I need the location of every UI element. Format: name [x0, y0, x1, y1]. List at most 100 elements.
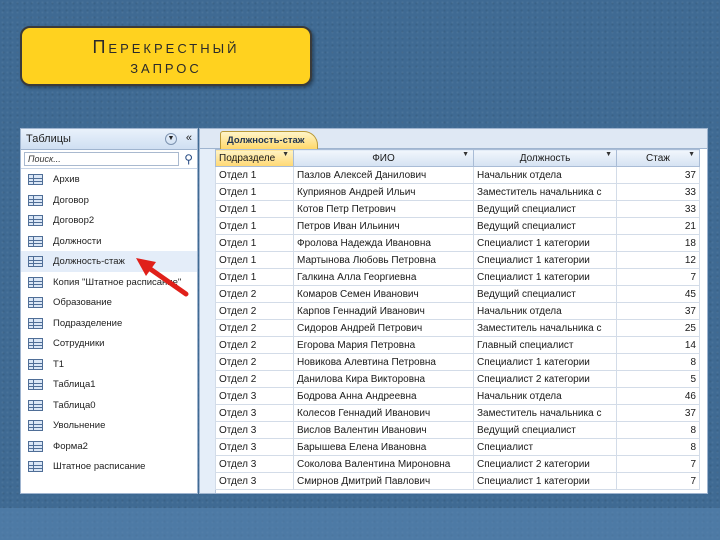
table-cell[interactable]: 8 — [616, 421, 700, 439]
table-cell[interactable]: Сидоров Андрей Петрович — [293, 319, 474, 337]
table-cell[interactable]: Отдел 2 — [215, 302, 294, 320]
chevron-down-icon[interactable]: ▼ — [165, 133, 177, 145]
filter-dropdown-icon[interactable]: ▼ — [462, 151, 469, 158]
table-cell[interactable]: Специалист 2 категории — [473, 455, 617, 473]
table-cell[interactable]: Отдел 2 — [215, 319, 294, 337]
table-row[interactable]: Отдел 1 Мартынова Любовь Петровна Специали… — [215, 251, 700, 269]
table-cell[interactable]: Новикова Алевтина Петровна — [293, 353, 474, 371]
table-row[interactable]: Отдел 2 Комаров Семен Иванович Ведущий спе… — [215, 285, 700, 303]
table-cell[interactable]: Отдел 1 — [215, 251, 294, 269]
search-icon[interactable]: ⚲ — [184, 152, 193, 166]
table-cell[interactable]: 8 — [616, 353, 700, 371]
table-cell[interactable]: Отдел 1 — [215, 183, 294, 201]
table-row[interactable]: Отдел 2 Данилова Кира Викторовна Специалис… — [215, 370, 700, 388]
nav-pane-header[interactable]: Таблицы ▼ « — [21, 129, 197, 150]
tab-dolzhnost-stazh[interactable]: Должность-стаж — [220, 131, 318, 149]
nav-item[interactable]: Т1 — [21, 354, 197, 375]
table-cell[interactable]: Куприянов Андрей Ильич — [293, 183, 474, 201]
table-cell[interactable]: Отдел 3 — [215, 421, 294, 439]
table-cell[interactable]: 37 — [616, 166, 700, 184]
nav-item[interactable]: Таблица1 — [21, 374, 197, 395]
table-cell[interactable]: Специалист 1 категории — [473, 472, 617, 490]
table-row[interactable]: Отдел 3 Смирнов Дмитрий Павлович Специалис… — [215, 472, 700, 490]
table-row[interactable]: Отдел 2 Сидоров Андрей Петрович Заместител… — [215, 319, 700, 337]
table-cell[interactable]: 7 — [616, 472, 700, 490]
nav-item[interactable]: Увольнение — [21, 415, 197, 436]
table-cell[interactable]: Галкина Алла Георгиевна — [293, 268, 474, 286]
table-cell[interactable]: Специалист 1 категории — [473, 353, 617, 371]
table-cell[interactable]: 7 — [616, 268, 700, 286]
table-cell[interactable]: 12 — [616, 251, 700, 269]
table-row[interactable]: Отдел 3 Барышева Елена Ивановна Специалист… — [215, 438, 700, 456]
table-cell[interactable]: Бодрова Анна Андреевна — [293, 387, 474, 405]
table-cell[interactable]: 8 — [616, 438, 700, 456]
table-cell[interactable]: 7 — [616, 455, 700, 473]
table-cell[interactable]: Отдел 1 — [215, 268, 294, 286]
record-selector-column[interactable] — [200, 149, 216, 493]
nav-item[interactable]: Образование — [21, 292, 197, 313]
table-cell[interactable]: Данилова Кира Викторовна — [293, 370, 474, 388]
table-cell[interactable]: Отдел 1 — [215, 166, 294, 184]
table-cell[interactable]: Отдел 3 — [215, 404, 294, 422]
table-cell[interactable]: Ведущий специалист — [473, 285, 617, 303]
table-cell[interactable]: Заместитель начальника с — [473, 319, 617, 337]
table-cell[interactable]: Отдел 2 — [215, 285, 294, 303]
table-row[interactable]: Отдел 3 Колесов Геннадий Иванович Заместит… — [215, 404, 700, 422]
table-cell[interactable]: Отдел 2 — [215, 336, 294, 354]
table-cell[interactable]: Смирнов Дмитрий Павлович — [293, 472, 474, 490]
table-cell[interactable]: Отдел 2 — [215, 370, 294, 388]
table-cell[interactable]: 37 — [616, 302, 700, 320]
table-cell[interactable]: Петров Иван Ильинич — [293, 217, 474, 235]
nav-item[interactable]: Договор2 — [21, 210, 197, 231]
table-cell[interactable]: Комаров Семен Иванович — [293, 285, 474, 303]
table-cell[interactable]: Фролова Надежда Ивановна — [293, 234, 474, 252]
table-cell[interactable]: Отдел 3 — [215, 438, 294, 456]
nav-item[interactable]: Должность-стаж — [21, 251, 197, 272]
table-cell[interactable]: Отдел 1 — [215, 217, 294, 235]
table-cell[interactable]: Заместитель начальника с — [473, 404, 617, 422]
table-cell[interactable]: Отдел 3 — [215, 387, 294, 405]
filter-dropdown-icon[interactable]: ▼ — [688, 151, 695, 158]
table-cell[interactable]: Специалист — [473, 438, 617, 456]
table-cell[interactable]: Колесов Геннадий Иванович — [293, 404, 474, 422]
table-cell[interactable]: 25 — [616, 319, 700, 337]
table-cell[interactable]: 5 — [616, 370, 700, 388]
table-cell[interactable]: Карпов Геннадий Иванович — [293, 302, 474, 320]
collapse-pane-icon[interactable]: « — [186, 132, 192, 144]
nav-item[interactable]: Таблица0 — [21, 395, 197, 416]
nav-item[interactable]: Архив — [21, 169, 197, 190]
table-row[interactable]: Отдел 1 Петров Иван Ильинич Ведущий специа… — [215, 217, 700, 235]
table-row[interactable]: Отдел 2 Карпов Геннадий Иванович Начальник… — [215, 302, 700, 320]
table-cell[interactable]: Специалист 1 категории — [473, 268, 617, 286]
table-cell[interactable]: Специалист 1 категории — [473, 251, 617, 269]
table-cell[interactable]: Начальник отдела — [473, 302, 617, 320]
table-row[interactable]: Отдел 1 Галкина Алла Георгиевна Специалист… — [215, 268, 700, 286]
table-cell[interactable]: Начальник отдела — [473, 387, 617, 405]
table-cell[interactable]: Главный специалист — [473, 336, 617, 354]
table-row[interactable]: Отдел 1 Фролова Надежда Ивановна Специалис… — [215, 234, 700, 252]
table-cell[interactable]: 14 — [616, 336, 700, 354]
table-cell[interactable]: Барышева Елена Ивановна — [293, 438, 474, 456]
table-cell[interactable]: Ведущий специалист — [473, 421, 617, 439]
column-header[interactable]: Стаж ▼ — [616, 149, 700, 167]
nav-item[interactable]: Сотрудники — [21, 333, 197, 354]
table-cell[interactable]: Егорова Мария Петровна — [293, 336, 474, 354]
table-cell[interactable]: Специалист 2 категории — [473, 370, 617, 388]
column-header[interactable]: Подразделе ▼ — [215, 149, 294, 167]
table-row[interactable]: Отдел 2 Егорова Мария Петровна Главный спе… — [215, 336, 700, 354]
table-cell[interactable]: Заместитель начальника с — [473, 183, 617, 201]
table-cell[interactable]: 33 — [616, 183, 700, 201]
table-cell[interactable]: Мартынова Любовь Петровна — [293, 251, 474, 269]
table-row[interactable]: Отдел 2 Новикова Алевтина Петровна Специал… — [215, 353, 700, 371]
table-cell[interactable]: 37 — [616, 404, 700, 422]
table-cell[interactable]: 21 — [616, 217, 700, 235]
nav-item[interactable]: Должности — [21, 231, 197, 252]
table-cell[interactable]: 46 — [616, 387, 700, 405]
table-cell[interactable]: Котов Петр Петрович — [293, 200, 474, 218]
table-cell[interactable]: Отдел 3 — [215, 455, 294, 473]
table-cell[interactable]: Отдел 1 — [215, 200, 294, 218]
table-cell[interactable]: Ведущий специалист — [473, 217, 617, 235]
table-cell[interactable]: 45 — [616, 285, 700, 303]
table-row[interactable]: Отдел 3 Бодрова Анна Андреевна Начальник о… — [215, 387, 700, 405]
table-cell[interactable]: Пазлов Алексей Данилович — [293, 166, 474, 184]
